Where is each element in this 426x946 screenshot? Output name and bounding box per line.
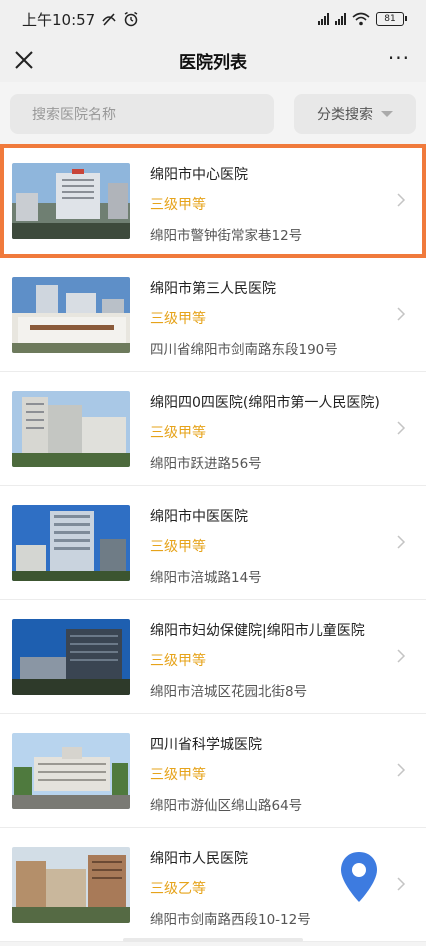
hospital-photo (12, 847, 130, 923)
battery-level: 81 (384, 14, 396, 24)
hd-signal-icon (318, 13, 329, 25)
page-title: 医院列表 (179, 52, 247, 73)
chevron-right-icon (397, 535, 406, 549)
hospital-name: 绵阳市中心医院 (150, 167, 248, 183)
hospital-photo (12, 277, 130, 353)
hospital-level: 三级甲等 (150, 653, 206, 669)
hospital-photo (12, 733, 130, 809)
hospital-photo (12, 505, 130, 581)
hospital-level: 三级甲等 (150, 425, 206, 441)
home-indicator (123, 938, 303, 942)
hospital-address: 绵阳市警钟街常家巷12号 (150, 228, 303, 244)
hospital-item[interactable]: 四川省科学城医院 三级甲等 绵阳市游仙区绵山路64号 (0, 714, 426, 828)
status-left: 上午10:57 (22, 9, 139, 30)
hospital-photo (12, 619, 130, 695)
hospital-name: 绵阳市中医医院 (150, 509, 248, 525)
status-time: 上午10:57 (22, 10, 96, 29)
status-right: 81 (318, 12, 407, 26)
hospital-photo (12, 391, 130, 467)
status-bar: 上午10:57 81 (0, 0, 426, 38)
hospital-item[interactable]: 绵阳市中心医院 三级甲等 绵阳市警钟街常家巷12号 (0, 144, 426, 258)
hospital-address: 四川省绵阳市剑南路东段190号 (150, 342, 338, 358)
hospital-level: 三级甲等 (150, 197, 206, 213)
chevron-right-icon (397, 193, 406, 207)
alarm-icon (124, 11, 138, 27)
hospital-name: 绵阳四0四医院(绵阳市第一人民医院) (150, 395, 380, 411)
close-icon[interactable] (12, 48, 36, 72)
location-pin-icon[interactable] (338, 850, 380, 904)
hospital-level: 三级甲等 (150, 767, 206, 783)
nav-bar: 医院列表 ··· (0, 38, 426, 82)
chevron-right-icon (397, 763, 406, 777)
chevron-right-icon (397, 877, 406, 891)
hospital-address: 绵阳市涪城区花园北街8号 (150, 684, 308, 700)
hospital-level: 三级乙等 (150, 881, 206, 897)
chevron-right-icon (397, 649, 406, 663)
hospital-name: 绵阳市人民医院 (150, 851, 248, 867)
dropdown-arrow-icon (381, 111, 393, 117)
hospital-name: 绵阳市第三人民医院 (150, 281, 276, 297)
hd-signal-icon (335, 13, 346, 25)
search-placeholder: 搜索医院名称 (32, 107, 116, 123)
battery-icon: 81 (376, 12, 407, 26)
chevron-right-icon (397, 307, 406, 321)
category-search-label: 分类搜索 (317, 107, 373, 123)
hospital-item[interactable]: 绵阳市第三人民医院 三级甲等 四川省绵阳市剑南路东段190号 (0, 258, 426, 372)
hospital-name: 绵阳市妇幼保健院|绵阳市儿童医院 (150, 623, 365, 639)
hospital-item[interactable]: 绵阳市妇幼保健院|绵阳市儿童医院 三级甲等 绵阳市涪城区花园北街8号 (0, 600, 426, 714)
hospital-item[interactable]: 绵阳市中医医院 三级甲等 绵阳市涪城路14号 (0, 486, 426, 600)
wifi-icon (352, 12, 370, 26)
mute-icon (102, 13, 116, 26)
hospital-address: 绵阳市涪城路14号 (150, 570, 262, 586)
search-input[interactable]: 搜索医院名称 (10, 94, 274, 134)
more-button[interactable]: ··· (388, 48, 410, 68)
category-search-button[interactable]: 分类搜索 (294, 94, 416, 134)
hospital-photo (12, 163, 130, 239)
hospital-list: 绵阳市中心医院 三级甲等 绵阳市警钟街常家巷12号 绵阳市第三人民医院 三级甲等… (0, 144, 426, 942)
chevron-right-icon (397, 421, 406, 435)
hospital-address: 绵阳市剑南路西段10-12号 (150, 912, 311, 928)
hospital-name: 四川省科学城医院 (150, 737, 262, 753)
hospital-level: 三级甲等 (150, 539, 206, 555)
hospital-item[interactable]: 绵阳四0四医院(绵阳市第一人民医院) 三级甲等 绵阳市跃进路56号 (0, 372, 426, 486)
hospital-address: 绵阳市游仙区绵山路64号 (150, 798, 303, 814)
search-row: 搜索医院名称 分类搜索 (0, 82, 426, 144)
hospital-address: 绵阳市跃进路56号 (150, 456, 262, 472)
hospital-level: 三级甲等 (150, 311, 206, 327)
